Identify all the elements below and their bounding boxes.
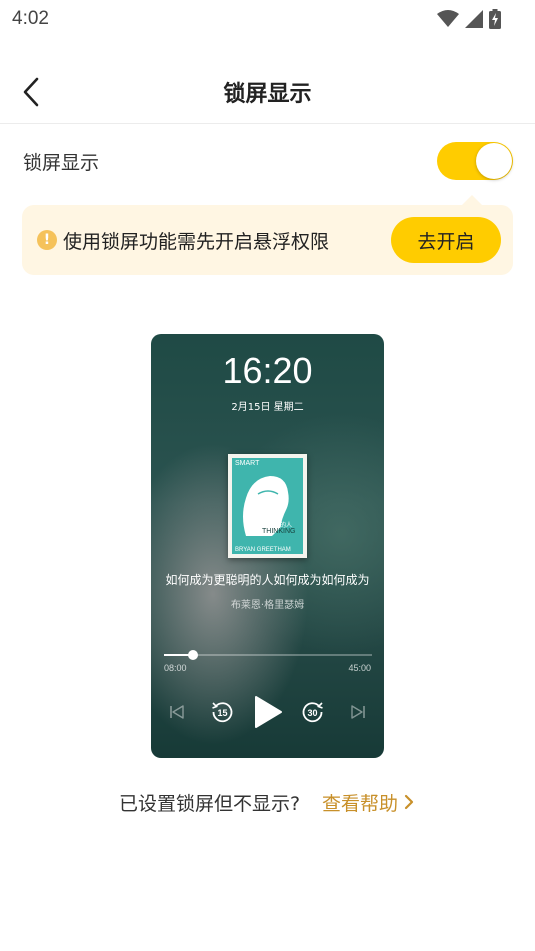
rewind-15-label: 15 — [218, 708, 228, 718]
lockscreen-setting-label: 锁屏显示 — [23, 151, 100, 174]
elapsed-time: 08:00 — [164, 663, 187, 673]
skip-previous-button[interactable] — [159, 692, 195, 732]
rewind-15-icon: 15 — [212, 702, 233, 723]
permission-notice-text: 使用锁屏功能需先开启悬浮权限 — [63, 230, 330, 253]
play-button[interactable] — [250, 692, 286, 732]
forward-30-button[interactable]: 30 — [295, 692, 331, 732]
signal-icon — [465, 10, 483, 28]
lockscreen-toggle[interactable] — [437, 142, 513, 180]
play-icon — [254, 696, 282, 728]
track-title: 如何成为更聪明的人如何成为如何成为 — [165, 573, 370, 587]
rewind-15-button[interactable]: 15 — [204, 692, 240, 732]
cover-author-en: BRYAN GREETHAM — [235, 547, 291, 553]
help-row: 已设置锁屏但不显示? 查看帮助 — [0, 786, 535, 818]
status-icons — [437, 9, 501, 29]
view-help-label: 查看帮助 — [322, 792, 399, 815]
forward-30-label: 30 — [307, 708, 317, 718]
status-time: 4:02 — [12, 8, 49, 29]
track-author: 布莱恩·格里瑟姆 — [230, 600, 305, 611]
view-help-link[interactable]: 查看帮助 — [322, 789, 416, 816]
lockscreen-setting-row: 锁屏显示 — [0, 126, 535, 196]
chevron-right-icon — [404, 794, 414, 810]
lockscreen-preview: 16:20 2月15日 星期二 SMART 更聪明的人 THINKING BRY… — [151, 334, 384, 758]
toggle-knob — [476, 143, 512, 179]
battery-charging-icon — [489, 9, 501, 29]
status-bar: 4:02 — [0, 0, 535, 38]
wifi-icon — [437, 10, 459, 27]
book-cover-art: SMART 更聪明的人 THINKING BRYAN GREETHAM — [232, 458, 303, 554]
forward-30-icon: 30 — [302, 702, 323, 723]
cover-smart-text: SMART — [235, 460, 260, 467]
progress-thumb[interactable] — [188, 650, 199, 660]
progress-bar[interactable] — [164, 650, 372, 660]
lock-time: 16:20 — [222, 350, 313, 391]
nav-bar: 锁屏显示 — [0, 60, 535, 124]
cover-thinking-text: THINKING — [262, 528, 296, 535]
permission-notice: ! 使用锁屏功能需先开启悬浮权限 去开启 — [22, 195, 513, 275]
skip-next-icon — [351, 705, 365, 719]
enable-permission-button[interactable]: 去开启 — [391, 217, 501, 263]
help-question: 已设置锁屏但不显示? — [118, 792, 301, 815]
lock-date: 2月15日 星期二 — [231, 402, 304, 413]
book-cover: SMART 更聪明的人 THINKING BRYAN GREETHAM — [228, 454, 307, 558]
total-time: 45:00 — [348, 663, 371, 673]
page-title: 锁屏显示 — [223, 82, 312, 107]
head-silhouette-icon — [243, 476, 289, 536]
warning-icon: ! — [37, 230, 57, 250]
playback-controls: 15 30 — [159, 692, 376, 732]
skip-next-button[interactable] — [340, 692, 376, 732]
skip-previous-icon — [170, 705, 184, 719]
